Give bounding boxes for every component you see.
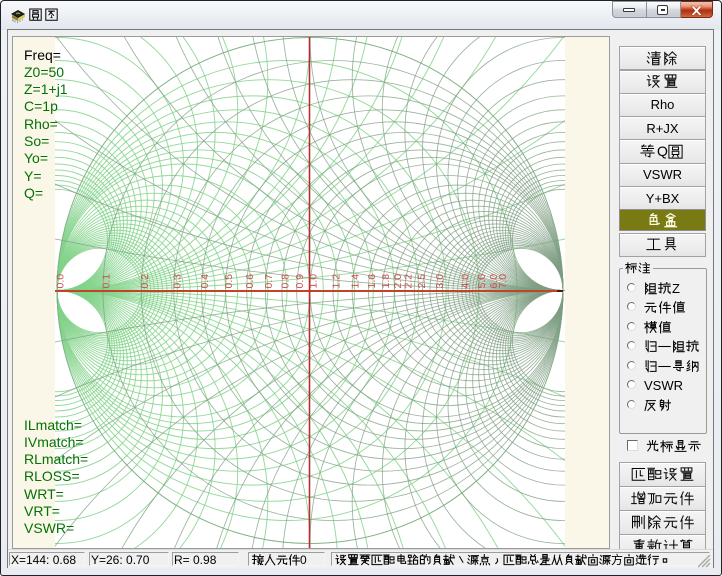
svg-text:0.8: 0.8 (279, 274, 291, 289)
svg-text:3.0: 3.0 (434, 274, 446, 289)
svg-text:7.0: 7.0 (497, 274, 509, 289)
svg-text:2.2: 2.2 (402, 274, 414, 289)
svg-text:0.5: 0.5 (223, 274, 235, 289)
svg-text:0.9: 0.9 (294, 274, 306, 289)
svg-text:1.2: 1.2 (331, 274, 343, 289)
svg-text:0.4: 0.4 (199, 274, 211, 289)
svg-text:5.0: 5.0 (476, 274, 488, 289)
svg-text:1.8: 1.8 (380, 274, 392, 289)
svg-text:1.0: 1.0 (308, 274, 320, 289)
svg-text:0.6: 0.6 (244, 274, 256, 289)
svg-text:1.4: 1.4 (350, 274, 362, 289)
svg-text:0.1: 0.1 (101, 274, 113, 289)
svg-text:0.0: 0.0 (55, 274, 67, 289)
svg-text:0.2: 0.2 (139, 274, 151, 289)
svg-text:0.7: 0.7 (263, 274, 275, 289)
svg-text:1.6: 1.6 (366, 274, 378, 289)
svg-text:4.0: 4.0 (459, 274, 471, 289)
svg-text:2.5: 2.5 (416, 274, 428, 289)
svg-text:0.3: 0.3 (171, 274, 183, 289)
